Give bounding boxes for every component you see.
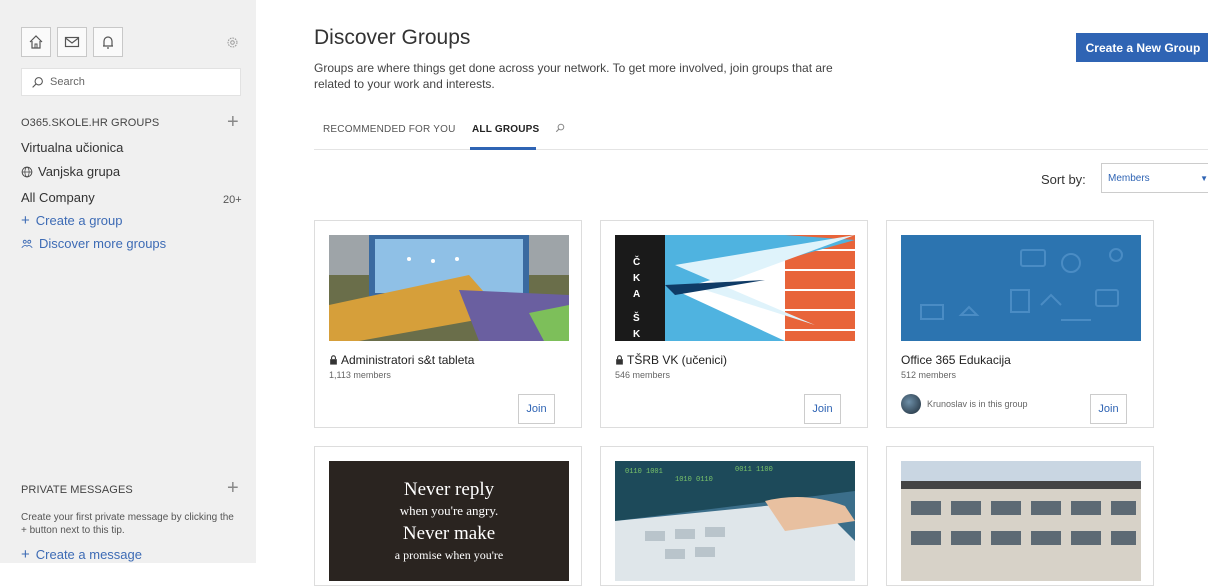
svg-text:A: A xyxy=(633,289,640,300)
mail-icon xyxy=(64,36,80,48)
plus-icon: + xyxy=(21,212,30,229)
search-input[interactable]: Search xyxy=(21,68,241,96)
group-name[interactable]: TŠRB VK (učenici) xyxy=(615,353,727,367)
create-group-link[interactable]: + Create a group xyxy=(21,213,123,228)
page-title: Discover Groups xyxy=(314,26,471,49)
home-icon xyxy=(29,35,43,49)
tab-recommended[interactable]: RECOMMENDED FOR YOU xyxy=(323,124,456,135)
unread-count-badge: 20+ xyxy=(223,194,242,206)
sidebar: Search O365.SKOLE.HR GROUPS + Virtualna … xyxy=(0,0,256,563)
group-name[interactable]: Office 365 Edukacija xyxy=(901,353,1011,367)
group-image[interactable]: Č K A Š K xyxy=(615,235,855,341)
group-member-hint: Krunoslav is in this group xyxy=(901,394,1028,414)
create-group-label: Create a group xyxy=(35,213,123,228)
group-name-label: Administratori s&t tableta xyxy=(341,353,475,367)
groups-heading: O365.SKOLE.HR GROUPS xyxy=(21,117,160,129)
sidebar-item-vanjska-grupa[interactable]: Vanjska grupa xyxy=(21,164,120,179)
svg-text:Č: Č xyxy=(633,255,640,268)
plus-icon: + xyxy=(227,477,239,499)
group-card: Č K A Š K TŠRB VK (učenici) 546 members … xyxy=(600,220,868,428)
svg-text:K: K xyxy=(633,329,641,340)
svg-text:K: K xyxy=(633,273,641,284)
add-group-button[interactable]: + xyxy=(227,112,239,132)
quote-line-3: Never make xyxy=(403,523,495,544)
chevron-down-icon: ▼ xyxy=(1200,174,1208,183)
tab-all-groups[interactable]: ALL GROUPS xyxy=(472,124,539,135)
active-tab-indicator xyxy=(470,147,536,150)
member-hint-text: Krunoslav is in this group xyxy=(927,399,1028,409)
join-button[interactable]: Join xyxy=(518,394,555,424)
lock-icon xyxy=(330,355,337,365)
settings-button[interactable] xyxy=(226,36,239,54)
svg-text:0110 1001: 0110 1001 xyxy=(625,468,663,476)
group-image[interactable] xyxy=(901,235,1141,341)
gear-icon xyxy=(227,37,238,48)
group-name[interactable]: Administratori s&t tableta xyxy=(329,353,474,367)
member-count: 512 members xyxy=(901,370,957,380)
group-image[interactable]: 0110 1001 1010 0110 0011 1100 xyxy=(615,461,855,581)
lock-icon xyxy=(616,355,623,365)
sidebar-item-label: Virtualna učionica xyxy=(21,140,124,155)
group-name-label: Office 365 Edukacija xyxy=(901,353,1011,367)
group-card: Never reply when you're angry. Never mak… xyxy=(314,446,582,586)
discover-more-label: Discover more groups xyxy=(39,236,167,251)
group-card xyxy=(886,446,1154,586)
top-icon-bar xyxy=(21,27,123,57)
private-messages-tip: Create your first private message by cli… xyxy=(21,512,234,536)
sort-select[interactable]: Members ▼ xyxy=(1101,163,1208,193)
group-image[interactable] xyxy=(901,461,1141,581)
group-card: Administratori s&t tableta 1,113 members… xyxy=(314,220,582,428)
member-count: 546 members xyxy=(615,370,671,380)
home-button[interactable] xyxy=(21,27,51,57)
create-new-group-button[interactable]: Create a New Group xyxy=(1076,33,1208,62)
sort-value: Members xyxy=(1108,172,1150,184)
private-messages-heading: PRIVATE MESSAGES xyxy=(21,484,133,496)
globe-icon xyxy=(21,166,33,177)
member-count: 1,113 members xyxy=(329,370,391,380)
svg-text:0011 1100: 0011 1100 xyxy=(735,466,773,474)
quote-line-2: when you're angry. xyxy=(400,503,499,518)
quote-line-4: a promise when you're xyxy=(395,548,503,562)
tab-bar: RECOMMENDED FOR YOU ALL GROUPS xyxy=(314,123,1208,150)
sort-label: Sort by: xyxy=(1041,172,1086,187)
sidebar-item-all-company[interactable]: All Company xyxy=(21,190,95,205)
group-name-label: TŠRB VK (učenici) xyxy=(627,353,728,367)
svg-text:1010 0110: 1010 0110 xyxy=(675,476,713,484)
svg-text:Š: Š xyxy=(633,311,640,324)
search-icon xyxy=(32,76,43,88)
inbox-button[interactable] xyxy=(57,27,87,57)
page-subtitle: Groups are where things get done across … xyxy=(314,61,833,91)
tab-search[interactable] xyxy=(555,123,565,136)
plus-icon: + xyxy=(227,111,239,133)
group-card: Office 365 Edukacija 512 members Krunosl… xyxy=(886,220,1154,428)
create-message-link[interactable]: + Create a message xyxy=(21,547,142,562)
quote-line-1: Never reply xyxy=(404,479,495,500)
group-card: 0110 1001 1010 0110 0011 1100 xyxy=(600,446,868,586)
search-icon xyxy=(555,123,565,133)
avatar[interactable] xyxy=(901,394,921,414)
create-message-label: Create a message xyxy=(35,547,142,562)
sidebar-item-label: All Company xyxy=(21,190,95,205)
notifications-button[interactable] xyxy=(93,27,123,57)
plus-icon: + xyxy=(21,546,30,563)
add-message-button[interactable]: + xyxy=(227,478,239,498)
sidebar-item-virtualna-ucionica[interactable]: Virtualna učionica xyxy=(21,140,123,155)
group-image[interactable]: Never reply when you're angry. Never mak… xyxy=(329,461,569,581)
main-content: Discover Groups Groups are where things … xyxy=(256,0,1208,586)
search-placeholder: Search xyxy=(50,76,85,88)
bell-icon xyxy=(103,36,113,49)
group-image[interactable] xyxy=(329,235,569,341)
join-button[interactable]: Join xyxy=(1090,394,1127,424)
sidebar-item-label: Vanjska grupa xyxy=(38,164,121,179)
groups-icon xyxy=(21,239,33,248)
join-button[interactable]: Join xyxy=(804,394,841,424)
discover-more-groups-link[interactable]: Discover more groups xyxy=(21,236,166,251)
